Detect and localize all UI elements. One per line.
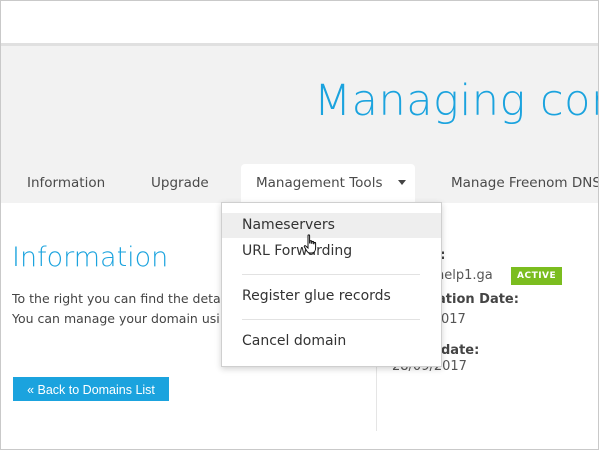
menu-item-nameservers[interactable]: Nameservers	[222, 213, 441, 238]
registration-date-label: ation Date:	[437, 292, 519, 307]
description-line-2: You can manage your domain usi	[12, 311, 220, 326]
back-to-domains-button[interactable]: « Back to Domains List	[13, 377, 169, 401]
section-description: To the right you can find the deta You c…	[12, 289, 247, 329]
menu-item-url-forwarding[interactable]: URL Forwarding	[222, 239, 441, 264]
browser-frame: Managing conto Information Upgrade Manag…	[0, 0, 599, 450]
section-title: Information	[12, 242, 169, 273]
tab-management-tools[interactable]: Management Tools	[241, 164, 415, 203]
menu-item-register-glue-records[interactable]: Register glue records	[222, 284, 441, 309]
hand-cursor-icon	[303, 234, 317, 254]
menu-separator	[242, 319, 420, 320]
tab-manage-freenom-dns[interactable]: Manage Freenom DNS	[451, 164, 598, 203]
tab-information[interactable]: Information	[27, 164, 105, 203]
tab-management-tools-label: Management Tools	[256, 175, 383, 191]
description-line-1: To the right you can find the deta	[12, 291, 221, 306]
menu-item-cancel-domain[interactable]: Cancel domain	[222, 329, 441, 354]
management-tools-menu: Nameservers URL Forwarding Register glue…	[221, 202, 442, 367]
tab-bar: Information Upgrade Management Tools Man…	[1, 164, 598, 203]
menu-separator	[242, 274, 420, 275]
caret-down-icon	[398, 179, 407, 185]
top-bar	[1, 1, 598, 46]
tab-upgrade[interactable]: Upgrade	[151, 164, 209, 203]
page-title: Managing conto	[314, 76, 598, 126]
expiry-date-label: date:	[441, 343, 480, 358]
domain-value: help1.ga	[436, 268, 493, 283]
registration-date-value: 017	[441, 312, 466, 327]
status-badge: ACTIVE	[511, 267, 563, 285]
